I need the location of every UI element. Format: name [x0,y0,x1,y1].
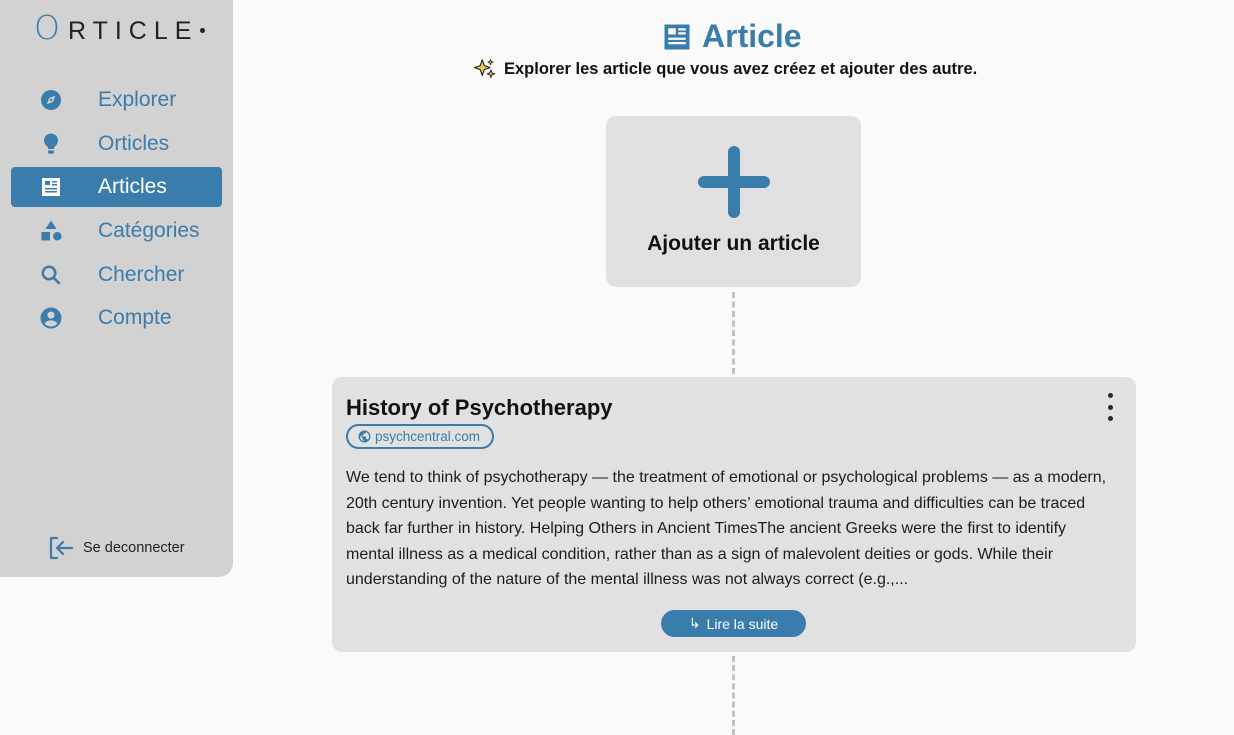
logo-dot [200,28,206,33]
user-circle-icon [37,304,65,332]
sparkles-icon [474,59,496,79]
globe-icon [358,430,371,443]
logo-initial: O [34,8,62,47]
logo-text: RTICLE [67,17,199,45]
sidebar-item-label: Articles [98,175,167,199]
timeline-connector [732,656,735,735]
sidebar-item-chercher[interactable]: Chercher [11,255,222,295]
article-excerpt: We tend to think of psychotherapy — the … [346,469,1107,588]
sidebar-item-label: Explorer [98,88,177,111]
sidebar-item-articles[interactable]: Articles [11,167,222,208]
sidebar-item-categories[interactable]: Catégories [11,211,222,251]
article-title: History of Psychotherapy [346,395,613,420]
page-subtitle: Explorer les article que vous avez créez… [474,58,977,80]
newspaper-icon [664,24,690,49]
source-domain: psychcentral.com [375,429,481,444]
more-options-icon[interactable] [1104,393,1116,421]
compass-icon [37,86,65,114]
read-more-button[interactable]: ↳ Lire la suite [661,610,806,637]
sidebar-item-label: Chercher [98,262,185,286]
read-more-label: Lire la suite [706,615,779,632]
page-title-text: Article [702,18,802,54]
sidebar: O RTICLE Explorer Orticles Articles Caté… [0,0,233,577]
article-card: History of Psychotherapy psychcentral.co… [332,377,1136,652]
logout-icon [49,536,74,560]
search-icon [37,261,65,289]
sidebar-item-label: Catégories [98,219,200,243]
timeline-connector [732,292,735,374]
return-arrow-icon: ↳ [688,615,701,631]
add-article-button[interactable]: Ajouter un article [606,116,861,287]
plus-icon [697,146,770,218]
app-logo[interactable]: O RTICLE [34,8,206,47]
newspaper-icon [37,173,65,201]
lightbulb-icon [37,130,65,158]
sidebar-item-orticles[interactable]: Orticles [11,124,222,164]
sidebar-nav: Explorer Orticles Articles Catégories Ch… [11,80,222,342]
sidebar-item-compte[interactable]: Compte [11,298,222,338]
page-subtitle-text: Explorer les article que vous avez créez… [504,59,978,78]
logout-label: Se deconnecter [83,540,185,556]
logout-button[interactable]: Se deconnecter [48,536,185,560]
sidebar-item-explorer[interactable]: Explorer [11,80,222,120]
shapes-icon [37,217,65,245]
source-link[interactable]: psychcentral.com [346,424,495,449]
page-title: Article [662,18,802,55]
sidebar-item-label: Compte [98,306,172,330]
add-article-label: Ajouter un article [647,232,820,255]
sidebar-item-label: Orticles [98,131,170,155]
